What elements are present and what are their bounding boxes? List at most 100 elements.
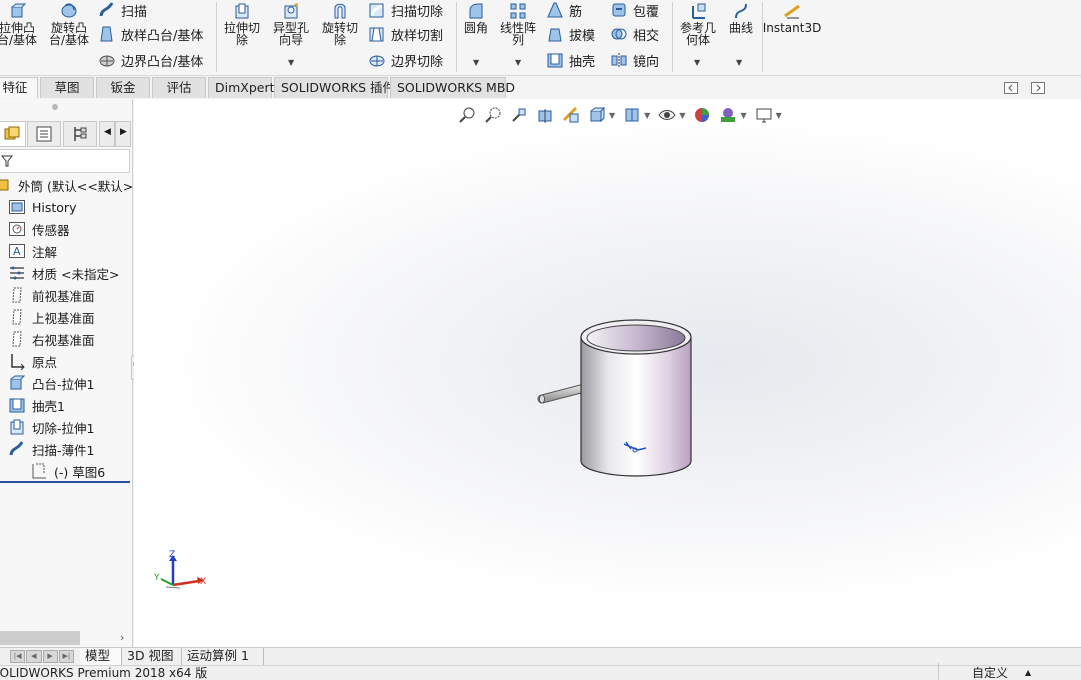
tree-filter-box[interactable] bbox=[0, 149, 130, 173]
tree-item-annotations[interactable]: A 注解 bbox=[8, 241, 57, 261]
panel-scroll-left[interactable]: ◀ bbox=[99, 121, 115, 147]
display-style-dropdown-icon[interactable]: ▼ bbox=[644, 111, 650, 120]
rib-icon bbox=[547, 2, 563, 18]
tab-dimxpert[interactable]: DimXpert bbox=[208, 77, 275, 98]
curves-button[interactable]: 曲线 bbox=[724, 2, 758, 34]
view-orientation-button[interactable] bbox=[586, 104, 608, 126]
tree-item-boss-extrude1[interactable]: 凸台-拉伸1 bbox=[8, 373, 94, 393]
panel-expand-icon[interactable] bbox=[1031, 82, 1045, 94]
command-manager-tabs: 特征 草图 钣金 评估 DimXpert SOLIDWORKS 插件 SOLID… bbox=[0, 76, 1081, 98]
fillet-button[interactable]: 圆角 bbox=[460, 2, 492, 34]
tree-item-right-plane[interactable]: 右视基准面 bbox=[8, 329, 95, 349]
intersect-button[interactable]: 相交 bbox=[610, 24, 659, 44]
hole-wizard-button[interactable]: 异型孔 向导 bbox=[268, 2, 314, 46]
tree-item-sensors[interactable]: 传感器 bbox=[8, 219, 70, 239]
sweep-cut-button[interactable]: 扫描切除 bbox=[368, 0, 443, 20]
zoom-to-fit-icon bbox=[459, 107, 475, 123]
rib-button[interactable]: 筋 bbox=[546, 0, 582, 20]
tab-3d-view[interactable]: 3D 视图 bbox=[122, 648, 182, 665]
zoom-to-fit-button[interactable] bbox=[456, 104, 478, 126]
svg-text:A: A bbox=[13, 245, 21, 258]
extrude-cut-button[interactable]: 拉伸切 除 bbox=[220, 2, 264, 46]
tree-item-cut-extrude1[interactable]: 切除-拉伸1 bbox=[8, 417, 94, 437]
tree-item-origin[interactable]: 原点 bbox=[8, 351, 57, 371]
previous-view-button[interactable] bbox=[508, 104, 530, 126]
tree-item-shell1[interactable]: 抽壳1 bbox=[8, 395, 65, 415]
units-selector[interactable]: 自定义 ▲ bbox=[938, 663, 1058, 680]
prev-tab-icon[interactable]: ◀ bbox=[26, 650, 42, 663]
tab-solidworks-addins[interactable]: SOLIDWORKS 插件 bbox=[274, 77, 395, 98]
sensor-icon bbox=[9, 222, 25, 236]
sweep-button[interactable]: 扫描 bbox=[98, 0, 147, 20]
part-model-render[interactable] bbox=[534, 309, 704, 509]
loft-icon bbox=[100, 26, 113, 42]
plane-icon bbox=[12, 287, 22, 303]
linear-pattern-dropdown-icon[interactable]: ▼ bbox=[515, 58, 521, 67]
revolve-boss-button[interactable]: 旋转凸 台/基体 bbox=[44, 2, 94, 46]
tree-item-top-plane[interactable]: 上视基准面 bbox=[8, 307, 95, 327]
loft-boss-button[interactable]: 放样凸台/基体 bbox=[98, 24, 203, 44]
apply-scene-dropdown-icon[interactable]: ▼ bbox=[740, 111, 746, 120]
zoom-to-area-button[interactable] bbox=[482, 104, 504, 126]
boundary-cut-button[interactable]: 边界切除 bbox=[368, 50, 443, 70]
triad-x-label: X bbox=[200, 577, 207, 587]
panel-scroll-right[interactable]: ▶ bbox=[115, 121, 131, 147]
tree-item-front-plane[interactable]: 前视基准面 bbox=[8, 285, 95, 305]
display-style-button[interactable] bbox=[621, 104, 643, 126]
last-tab-icon[interactable]: ▶| bbox=[58, 650, 74, 663]
scroll-right-icon[interactable]: › bbox=[120, 631, 124, 644]
curves-dropdown-icon[interactable]: ▼ bbox=[736, 58, 742, 67]
wrap-button[interactable]: 包覆 bbox=[610, 0, 659, 20]
ribbon-separator bbox=[456, 2, 457, 72]
feature-manager-tab[interactable] bbox=[0, 121, 26, 147]
panel-collapse-icon[interactable] bbox=[1004, 82, 1018, 94]
rollback-bar[interactable] bbox=[0, 481, 130, 483]
tab-evaluate[interactable]: 评估 bbox=[152, 77, 206, 98]
reference-geometry-button[interactable]: 参考几 何体 bbox=[676, 2, 720, 46]
loft-cut-button[interactable]: 放样切割 bbox=[368, 24, 443, 44]
tab-sheet-metal[interactable]: 钣金 bbox=[96, 77, 150, 98]
tab-sketch[interactable]: 草图 bbox=[40, 77, 94, 98]
part-icon bbox=[0, 179, 9, 191]
apply-scene-button[interactable] bbox=[717, 104, 739, 126]
tree-item-history[interactable]: History bbox=[8, 197, 76, 217]
shell-button[interactable]: 抽壳 bbox=[546, 50, 595, 70]
configuration-manager-tab[interactable] bbox=[63, 121, 97, 147]
first-tab-icon[interactable]: |◀ bbox=[10, 650, 26, 663]
boundary-boss-button[interactable]: 边界凸台/基体 bbox=[98, 50, 203, 70]
tab-motion-study-1[interactable]: 运动算例 1 bbox=[182, 648, 264, 665]
ribbon-separator bbox=[216, 2, 217, 72]
section-view-button[interactable] bbox=[534, 104, 556, 126]
hide-show-dropdown-icon[interactable]: ▼ bbox=[679, 111, 685, 120]
revolve-cut-button[interactable]: 旋转切 除 bbox=[318, 2, 362, 46]
extrude-boss-button[interactable]: 拉伸凸 台/基体 bbox=[0, 2, 40, 46]
mirror-button[interactable]: 镜向 bbox=[610, 50, 659, 70]
tree-item-sweep-thin1[interactable]: 扫描-薄件1 bbox=[8, 439, 94, 459]
tab-solidworks-mbd[interactable]: SOLIDWORKS MBD bbox=[390, 77, 515, 98]
tab-features[interactable]: 特征 bbox=[0, 77, 38, 98]
dynamic-annotation-button[interactable] bbox=[560, 104, 582, 126]
horizontal-scrollbar-thumb[interactable] bbox=[0, 631, 80, 645]
tree-item-material[interactable]: 材质 <未指定> bbox=[8, 263, 119, 283]
edit-appearance-button[interactable] bbox=[691, 104, 713, 126]
graphics-area[interactable]: ▼ ▼ ▼ ▼ ▼ Z X Y bbox=[134, 99, 1081, 647]
reference-geometry-dropdown-icon[interactable]: ▼ bbox=[694, 58, 700, 67]
sweep-thin-icon bbox=[9, 441, 24, 456]
tab-model[interactable]: 模型 bbox=[80, 648, 122, 665]
tree-root-part[interactable]: 外筒 (默认<<默认>_显 bbox=[0, 175, 132, 195]
property-manager-tab[interactable] bbox=[27, 121, 61, 147]
fillet-dropdown-icon[interactable]: ▼ bbox=[473, 58, 479, 67]
draft-button[interactable]: 拔模 bbox=[546, 24, 595, 44]
panel-grip[interactable] bbox=[52, 104, 58, 110]
view-settings-dropdown-icon[interactable]: ▼ bbox=[776, 111, 782, 120]
next-tab-icon[interactable]: ▶ bbox=[42, 650, 58, 663]
view-settings-button[interactable] bbox=[753, 104, 775, 126]
view-orientation-dropdown-icon[interactable]: ▼ bbox=[609, 111, 615, 120]
linear-pattern-button[interactable]: 线性阵 列 bbox=[496, 2, 540, 46]
instant3d-button[interactable]: Instant3D bbox=[763, 2, 821, 34]
units-dropdown-icon: ▲ bbox=[1025, 668, 1032, 677]
property-manager-icon bbox=[36, 126, 52, 142]
hide-show-items-button[interactable] bbox=[656, 104, 678, 126]
hole-wizard-dropdown-icon[interactable]: ▼ bbox=[288, 58, 294, 67]
tree-item-sketch6[interactable]: (-) 草图6 bbox=[30, 461, 105, 481]
